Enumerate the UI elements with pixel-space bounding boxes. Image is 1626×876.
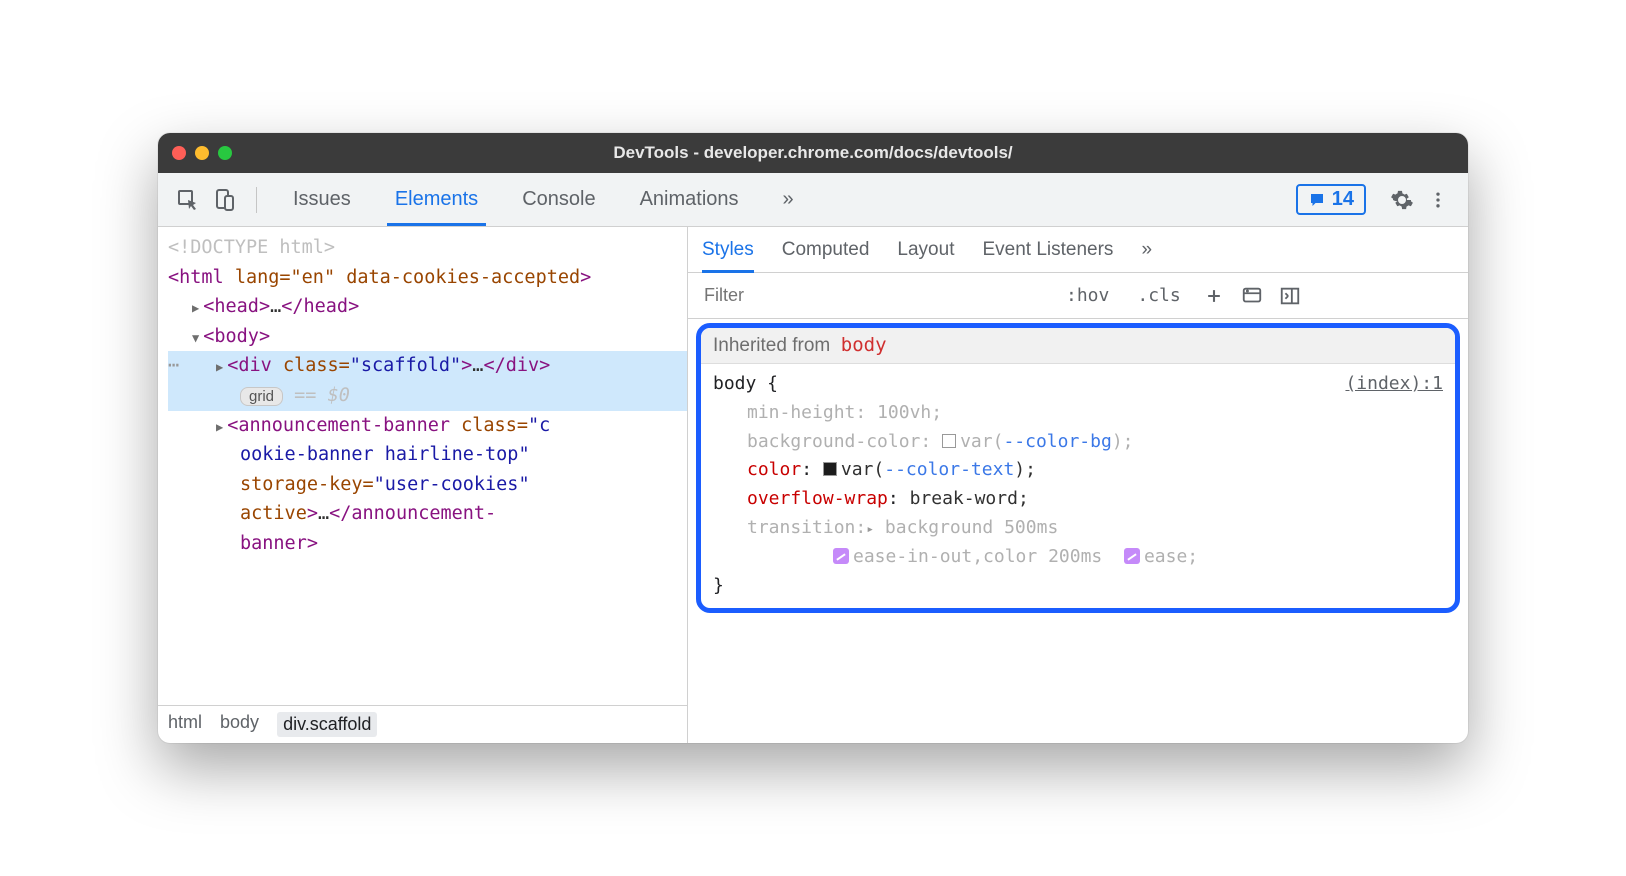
styles-filter-input[interactable] [688,273,1048,318]
window-title: DevTools - developer.chrome.com/docs/dev… [158,143,1468,163]
crumb-current[interactable]: div.scaffold [277,712,377,737]
banner-node-cont[interactable]: storage-key="user-cookies" [168,470,687,500]
styles-content[interactable]: Inherited from body body { (index):1 min… [688,319,1468,743]
tab-issues[interactable]: Issues [275,173,369,226]
banner-node-cont[interactable]: ookie-banner hairline-top" [168,440,687,470]
expand-caret-icon[interactable] [192,296,199,317]
declaration[interactable]: background-color: var(--color-bg); [713,428,1443,457]
devtools-window: DevTools - developer.chrome.com/docs/dev… [158,133,1468,743]
zoom-window-button[interactable] [218,146,232,160]
toggle-sidebar-icon[interactable] [1275,285,1305,307]
dom-panel: <!DOCTYPE html> <html lang="en" data-coo… [158,227,688,743]
subtab-layout[interactable]: Layout [897,227,954,272]
declaration[interactable]: transition:▸ background 500ms [713,514,1443,543]
tab-animations[interactable]: Animations [622,173,757,226]
selected-node[interactable]: ⋯ <div class="scaffold">…</div> [168,351,687,381]
tab-elements[interactable]: Elements [377,173,496,226]
more-menu-icon[interactable] [1424,186,1452,214]
css-rule[interactable]: body { (index):1 min-height: 100vh; back… [701,364,1455,608]
node-actions-icon[interactable]: ⋯ [168,351,179,381]
subtab-event-listeners[interactable]: Event Listeners [982,227,1113,272]
declaration[interactable]: min-height: 100vh; [713,399,1443,428]
subtab-computed[interactable]: Computed [782,227,870,272]
computed-styles-icon[interactable] [1237,285,1267,307]
color-swatch-icon[interactable] [823,462,837,476]
hov-toggle[interactable]: :hov [1056,285,1119,306]
styles-panel: Styles Computed Layout Event Listeners »… [688,227,1468,743]
expand-caret-icon[interactable] [216,355,223,376]
declaration-cont[interactable]: ease-in-out,color 200ms ease; [713,543,1443,572]
body-node[interactable]: <body> [168,322,687,352]
easing-icon[interactable] [833,548,849,564]
color-swatch-icon[interactable] [942,434,956,448]
tabs-overflow[interactable]: » [765,173,812,226]
crumb-html[interactable]: html [168,712,202,737]
device-toggle-icon[interactable] [210,186,238,214]
banner-node[interactable]: <announcement-banner class="c [168,411,687,441]
inspect-element-icon[interactable] [174,186,202,214]
banner-node-cont[interactable]: banner> [168,529,687,559]
expand-caret-icon[interactable] [216,415,223,436]
crumb-body[interactable]: body [220,712,259,737]
selector[interactable]: body { [713,370,778,399]
doctype-line[interactable]: <!DOCTYPE html> [168,233,687,263]
expand-shorthand-icon[interactable]: ▸ [866,522,874,537]
minimize-window-button[interactable] [195,146,209,160]
styles-subtabs: Styles Computed Layout Event Listeners » [688,227,1468,273]
close-window-button[interactable] [172,146,186,160]
collapse-caret-icon[interactable] [192,326,199,347]
banner-node-cont[interactable]: active>…</announcement- [168,499,687,529]
dom-tree[interactable]: <!DOCTYPE html> <html lang="en" data-coo… [158,227,687,705]
content-area: <!DOCTYPE html> <html lang="en" data-coo… [158,227,1468,743]
main-toolbar: Issues Elements Console Animations » 14 [158,173,1468,227]
cls-toggle[interactable]: .cls [1127,285,1190,306]
styles-filter-row: :hov .cls [688,273,1468,319]
selected-node-badge[interactable]: grid == $0 [168,381,687,411]
issues-badge[interactable]: 14 [1296,184,1366,215]
issues-count: 14 [1332,188,1354,211]
grid-chip[interactable]: grid [240,387,283,406]
source-link[interactable]: (index):1 [1345,370,1443,399]
chat-icon [1308,191,1326,209]
settings-icon[interactable] [1388,186,1416,214]
traffic-lights [172,146,232,160]
highlighted-rule: Inherited from body body { (index):1 min… [696,323,1460,613]
declaration[interactable]: overflow-wrap: break-word; [713,485,1443,514]
breadcrumb: html body div.scaffold [158,705,687,743]
subtabs-overflow[interactable]: » [1141,227,1152,272]
subtab-styles[interactable]: Styles [702,227,754,272]
inherited-header: Inherited from body [701,328,1455,364]
separator [256,187,257,213]
declaration[interactable]: color: var(--color-text); [713,456,1443,485]
html-open[interactable]: <html lang="en" data-cookies-accepted> [168,263,687,293]
easing-icon[interactable] [1124,548,1140,564]
new-style-rule-icon[interactable] [1199,286,1229,306]
titlebar: DevTools - developer.chrome.com/docs/dev… [158,133,1468,173]
tab-console[interactable]: Console [504,173,613,226]
rule-close: } [713,572,1443,601]
head-node[interactable]: <head>…</head> [168,292,687,322]
